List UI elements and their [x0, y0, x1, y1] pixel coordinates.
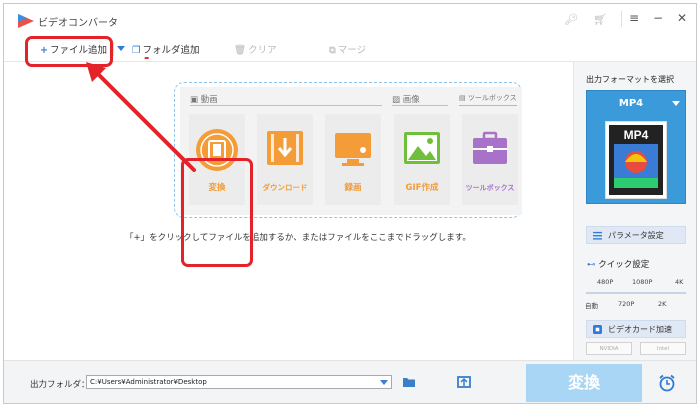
- tile-label-gif: GIF作成: [405, 183, 439, 193]
- app-title: ビデオコンバータ: [38, 18, 118, 29]
- quick-settings-label: ⊷ クイック設定: [587, 260, 650, 270]
- drop-hint: 「+」をクリックしてファイルを追加するか、またはファイルをここまでドラッグします…: [125, 233, 471, 243]
- chevron-down-icon: [380, 380, 388, 385]
- chevron-down-icon: [672, 101, 680, 106]
- section-image-line: [392, 105, 448, 106]
- title-divider: [621, 11, 622, 27]
- output-format-title: 出力フォーマットを選択: [586, 75, 674, 84]
- scale-480p: 480P: [597, 278, 614, 286]
- parameter-settings-button[interactable]: パラメータ設定: [586, 226, 686, 244]
- tile-label-download: ダウンロード: [262, 183, 308, 192]
- bottom-bar: 出力フォルダ： C:¥Users¥Administrator¥Desktop 変…: [4, 360, 696, 403]
- scale-4k: 4K: [675, 278, 684, 286]
- minimize-icon[interactable]: −: [650, 11, 666, 25]
- scale-720p: 720P: [618, 300, 635, 308]
- scale-2k: 2K: [658, 300, 667, 308]
- section-video-line: [190, 105, 382, 106]
- scale-1080p: 1080P: [632, 278, 653, 286]
- image-icon: [404, 132, 440, 164]
- app-window: ビデオコンバータ 🔑︎ 🛒︎ ≡ − ✕ + ファイル追加 ❐ フォルダ追加 🗑︎ ク…: [3, 3, 697, 404]
- nvidia-chip: NVIDIA: [586, 342, 632, 355]
- merge-icon: ⧉: [329, 45, 336, 56]
- quick-settings-icon: ⊷: [587, 260, 599, 270]
- clear-button[interactable]: 🗑︎ クリア: [234, 42, 277, 56]
- mp4-thumbnail: MP4: [605, 121, 667, 199]
- alarm-clock-icon[interactable]: [658, 374, 676, 392]
- intel-chip: Intel: [640, 342, 686, 355]
- format-selector[interactable]: MP4 MP4: [586, 90, 686, 204]
- convert-button[interactable]: 変換: [526, 364, 642, 402]
- output-folder-label: 出力フォルダ：: [30, 380, 90, 390]
- record-tile[interactable]: 録画: [325, 114, 381, 205]
- right-panel: 出力フォーマットを選択 MP4 MP4 パラメータ設定 ⊷ クイック設定 480…: [573, 62, 696, 360]
- film-icon: MP4: [609, 125, 663, 195]
- screen-record-icon: [335, 133, 371, 166]
- toolbox-icon: [473, 131, 507, 164]
- sliders-icon: [593, 231, 602, 240]
- title-bar: ビデオコンバータ 🔑︎ 🛒︎ ≡ − ✕: [4, 4, 696, 36]
- section-image: ▨ 画像: [392, 95, 420, 105]
- export-folder-icon[interactable]: [457, 375, 471, 388]
- format-thumb-label: MP4: [624, 128, 649, 142]
- output-path: C:¥Users¥Administrator¥Desktop: [90, 378, 207, 386]
- scale-auto: 自動: [585, 302, 598, 310]
- section-toolbox: ▤ ツールボックス: [459, 94, 517, 102]
- menu-icon[interactable]: ≡: [626, 11, 642, 25]
- tile-label-toolbox: ツールボックス: [465, 184, 515, 192]
- download-icon: [267, 131, 303, 165]
- close-icon[interactable]: ✕: [674, 11, 690, 25]
- quality-slider[interactable]: [586, 292, 686, 294]
- merge-button[interactable]: ⧉ マージ: [329, 42, 366, 56]
- gpu-icon: [593, 325, 602, 334]
- chevron-down-icon[interactable]: [117, 46, 125, 51]
- output-path-select[interactable]: C:¥Users¥Administrator¥Desktop: [86, 375, 392, 389]
- cart-icon[interactable]: 🛒︎: [593, 13, 607, 26]
- gif-tile[interactable]: GIF作成: [394, 114, 450, 205]
- app-logo-icon: [18, 14, 34, 28]
- format-name: MP4: [618, 98, 644, 109]
- key-icon[interactable]: 🔑︎: [564, 13, 578, 26]
- trash-icon: 🗑︎: [234, 45, 247, 56]
- section-toolbox-line: [459, 105, 517, 106]
- tile-label-record: 録画: [344, 183, 362, 193]
- annotation-arrow: [86, 62, 196, 172]
- download-tile[interactable]: ダウンロード: [257, 114, 313, 205]
- gpu-acceleration-button[interactable]: ビデオカード加速: [586, 320, 686, 338]
- toolbox-section-icon: ▤: [459, 94, 468, 102]
- open-folder-icon[interactable]: [402, 376, 416, 388]
- toolbox-tile[interactable]: ツールボックス: [462, 114, 518, 205]
- image-section-icon: ▨: [392, 95, 403, 105]
